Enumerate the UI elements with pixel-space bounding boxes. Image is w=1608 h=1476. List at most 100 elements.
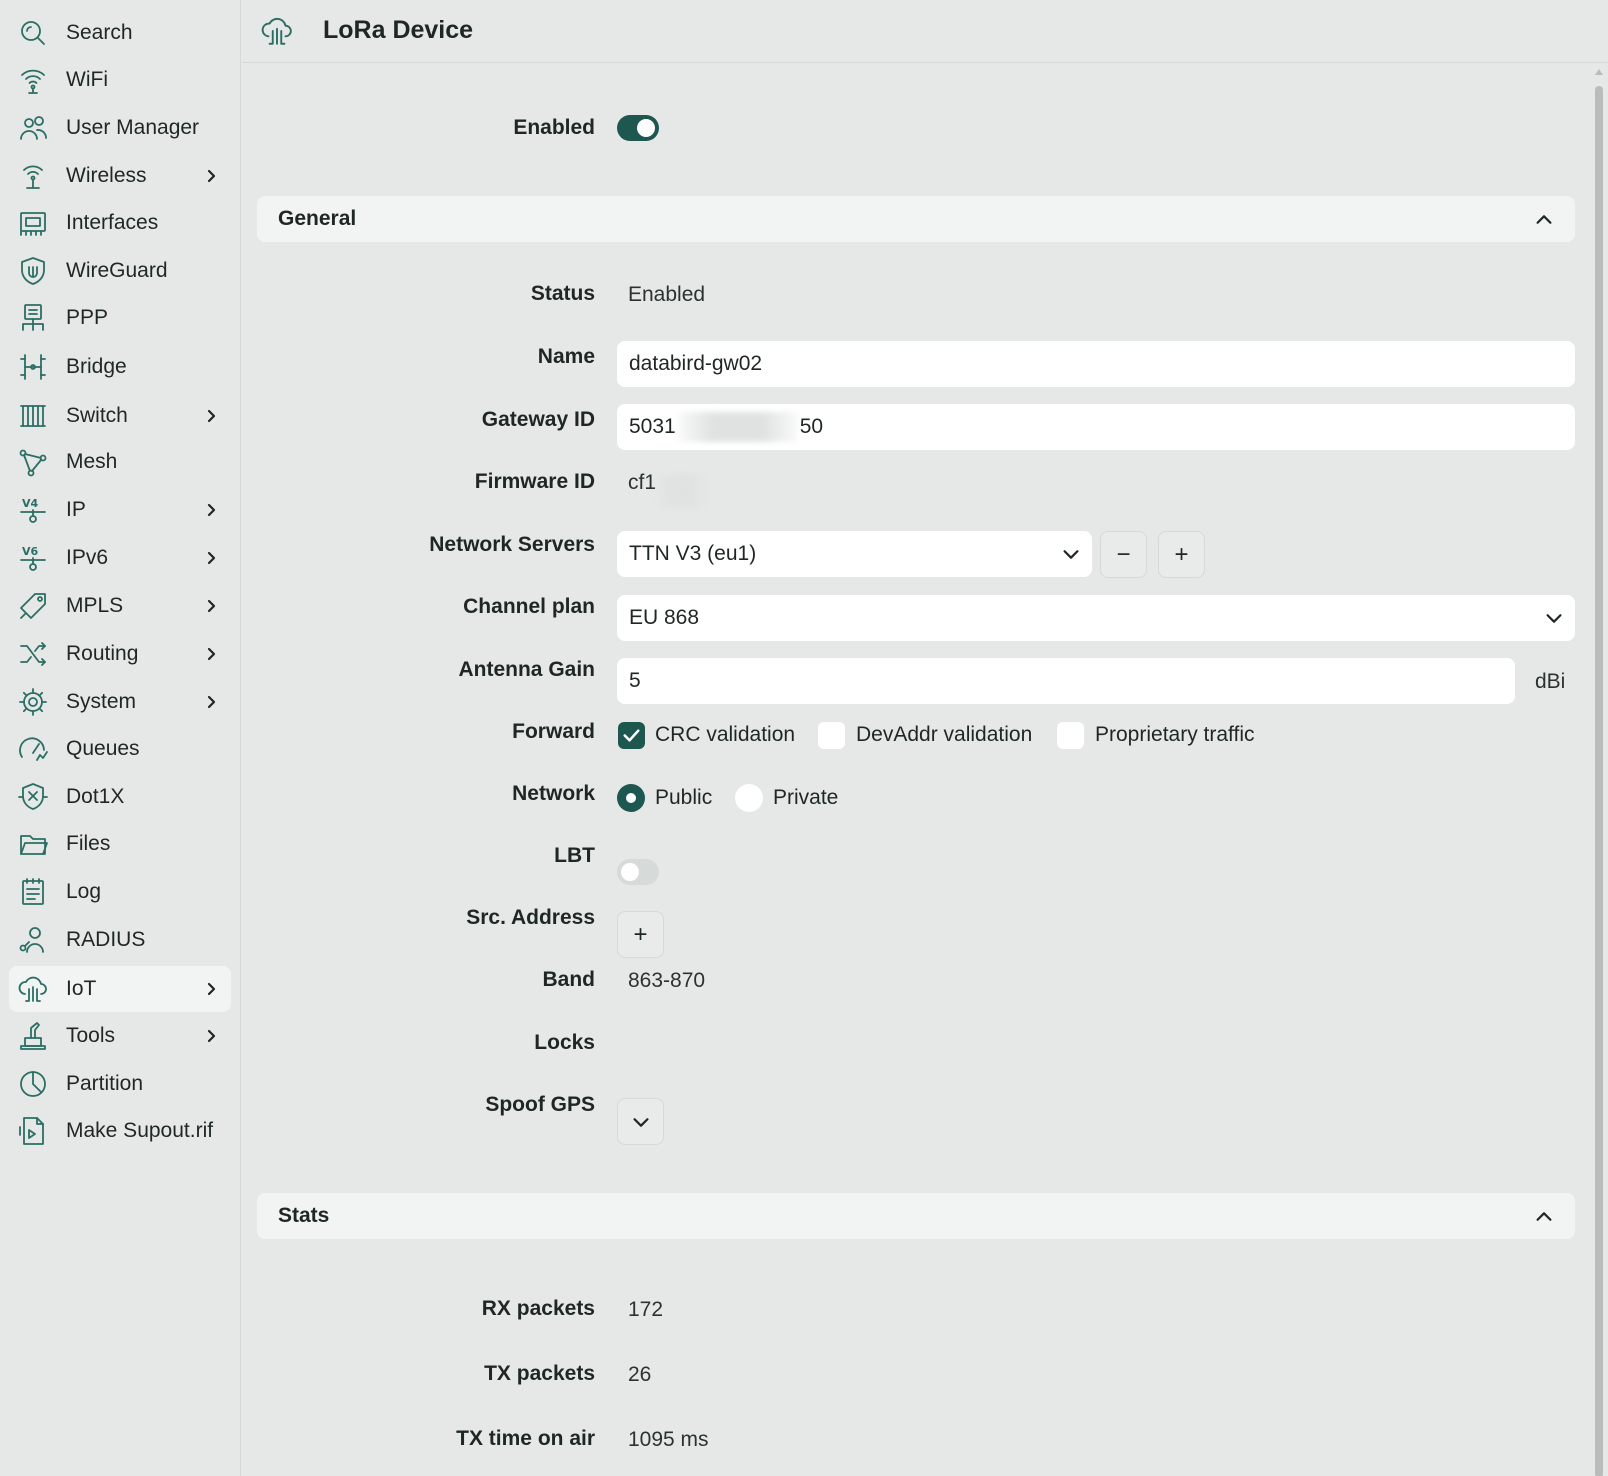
sidebar-item-ppp[interactable]: PPP: [9, 295, 231, 341]
sidebar-item-ipv6[interactable]: V6 IPv6: [9, 535, 231, 581]
sidebar-item-files[interactable]: Files: [9, 821, 231, 867]
name-input-value: databird-gw02: [629, 352, 763, 375]
sidebar-item-interfaces[interactable]: Interfaces: [9, 200, 231, 246]
sidebar-item-log[interactable]: Log: [9, 869, 231, 915]
sidebar-item-search[interactable]: Search: [9, 10, 231, 56]
band-label: Band: [542, 968, 596, 991]
add-src-address-button[interactable]: +: [617, 911, 664, 958]
sidebar-item-mpls[interactable]: MPLS: [9, 583, 231, 629]
svg-text:V6: V6: [22, 545, 39, 558]
sidebar-item-switch[interactable]: Switch: [9, 393, 231, 439]
sidebar-item-wireless[interactable]: Wireless: [9, 153, 231, 199]
devaddr-validation-checkbox[interactable]: [818, 722, 845, 749]
channel-plan-select[interactable]: EU 868: [617, 595, 1575, 641]
spoof-gps-expand-button[interactable]: [617, 1098, 664, 1145]
general-section-header[interactable]: General: [257, 196, 1575, 242]
antenna-gain-value: 5: [629, 669, 641, 692]
check-icon: [623, 729, 640, 742]
sidebar-item-routing[interactable]: Routing: [9, 631, 231, 677]
chevron-right-icon: [201, 644, 221, 664]
general-section-title: General: [278, 207, 357, 230]
redacted-blur: [656, 475, 706, 507]
sidebar-item-dot1x[interactable]: Dot1X: [9, 774, 231, 820]
chevron-right-icon: [201, 406, 221, 426]
chevron-down-icon: [1543, 607, 1565, 629]
sidebar-item-tools[interactable]: Tools: [9, 1013, 231, 1059]
supout-icon: [17, 1115, 49, 1147]
chevron-right-icon: [201, 166, 221, 186]
network-private-label: Private: [773, 786, 839, 809]
antenna-gain-unit: dBi: [1535, 670, 1566, 693]
ipv4-icon: V4: [17, 494, 49, 526]
content-scrollbar[interactable]: [1592, 64, 1606, 1476]
sidebar-item-system[interactable]: System: [9, 679, 231, 725]
sidebar-item-mesh[interactable]: Mesh: [9, 439, 231, 485]
lbt-toggle[interactable]: [617, 859, 659, 885]
enabled-toggle[interactable]: [617, 115, 659, 141]
chevron-down-icon: [632, 1117, 649, 1127]
sidebar-item-iot[interactable]: IoT: [9, 966, 231, 1012]
sidebar-item-make-supout-rif[interactable]: Make Supout.rif: [9, 1108, 231, 1154]
sidebar-item-label: System: [66, 690, 137, 713]
sidebar-item-radius[interactable]: RADIUS: [9, 917, 231, 963]
sidebar-item-label: Routing: [66, 642, 139, 665]
crc-validation-checkbox[interactable]: [618, 722, 645, 749]
ppp-icon: [17, 302, 49, 334]
sidebar-item-label: Interfaces: [66, 211, 159, 234]
status-value: Enabled: [628, 283, 706, 306]
channel-plan-value: EU 868: [629, 606, 700, 629]
redacted-blur: [677, 412, 798, 442]
sidebar-item-label: IPv6: [66, 546, 109, 569]
network-private-radio[interactable]: [735, 784, 763, 812]
sidebar-item-label: WiFi: [66, 68, 108, 91]
sidebar-item-user-manager[interactable]: User Manager: [9, 105, 231, 151]
sidebar-item-label: Dot1X: [66, 785, 125, 808]
chevron-right-icon: [201, 548, 221, 568]
firmware-id-value: cf1: [628, 471, 657, 494]
network-servers-select[interactable]: TTN V3 (eu1): [617, 531, 1092, 577]
sidebar-item-label: Log: [66, 880, 102, 903]
sidebar: Search WiFi User Manager Wireless Interfaces…: [0, 0, 241, 1476]
sidebar-item-label: Switch: [66, 404, 128, 427]
stats-section-header[interactable]: Stats: [257, 1193, 1575, 1239]
network-public-radio[interactable]: [617, 784, 645, 812]
sidebar-item-bridge[interactable]: Bridge: [9, 344, 231, 390]
tx-packets-label: TX packets: [484, 1362, 595, 1385]
gear-icon: [17, 686, 49, 718]
band-value: 863-870: [628, 969, 706, 992]
sidebar-item-label: Queues: [66, 737, 140, 760]
name-input[interactable]: databird-gw02: [617, 341, 1575, 387]
antenna-gain-input[interactable]: 5: [617, 658, 1515, 704]
firmware-id-label: Firmware ID: [474, 470, 595, 493]
add-server-button[interactable]: +: [1158, 531, 1205, 578]
users-icon: [17, 112, 49, 144]
interfaces-icon: [17, 207, 49, 239]
rx-packets-value: 172: [628, 1298, 664, 1321]
iot-icon: [17, 973, 49, 1005]
routing-icon: [17, 638, 49, 670]
scroll-thumb[interactable]: [1595, 86, 1603, 1476]
sidebar-item-label: PPP: [66, 306, 109, 329]
iot-icon: [260, 14, 294, 48]
sidebar-item-label: WireGuard: [66, 259, 168, 282]
network-label: Network: [512, 782, 595, 805]
sidebar-item-wifi[interactable]: WiFi: [9, 57, 231, 103]
sidebar-item-partition[interactable]: Partition: [9, 1061, 231, 1107]
sidebar-item-label: IP: [66, 498, 86, 521]
gateway-id-suffix: 50: [799, 415, 824, 438]
sidebar-item-ip[interactable]: V4 IP: [9, 487, 231, 533]
sidebar-item-label: Bridge: [66, 355, 127, 378]
scroll-up-arrow-icon[interactable]: [1594, 68, 1604, 76]
remove-server-button[interactable]: −: [1100, 531, 1147, 578]
sidebar-item-queues[interactable]: Queues: [9, 726, 231, 772]
mesh-icon: [17, 446, 49, 478]
dot1x-icon: [17, 781, 49, 813]
content-panel: Enabled General Status Enabled Name data…: [242, 64, 1590, 1476]
sidebar-item-wireguard[interactable]: WireGuard: [9, 248, 231, 294]
gateway-id-input[interactable]: 5031 50: [617, 404, 1575, 450]
crc-validation-label: CRC validation: [655, 723, 796, 746]
proprietary-traffic-checkbox[interactable]: [1057, 722, 1084, 749]
sidebar-item-label: Mesh: [66, 450, 118, 473]
sidebar-item-label: Search: [66, 21, 133, 44]
devaddr-validation-label: DevAddr validation: [856, 723, 1033, 746]
